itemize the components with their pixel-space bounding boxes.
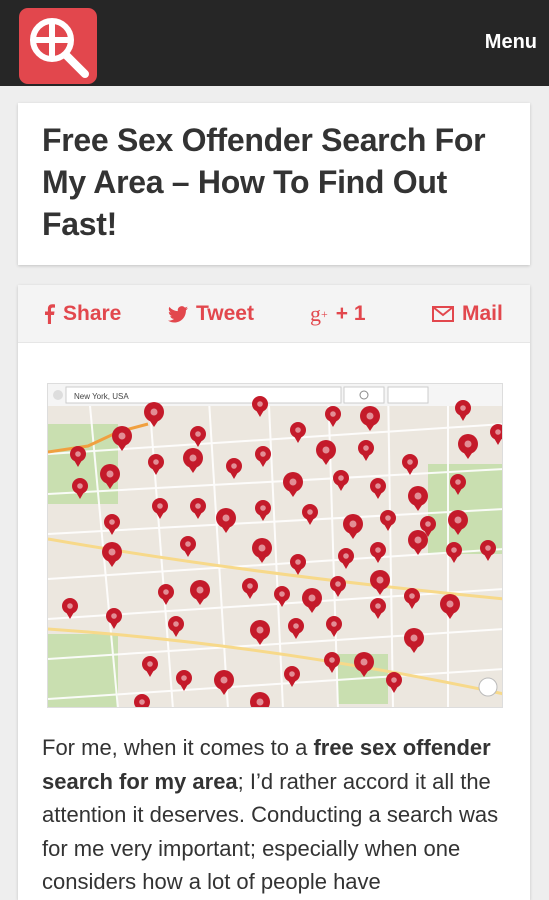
site-logo[interactable] — [19, 8, 97, 84]
google-plus-icon: g + — [310, 301, 328, 326]
facebook-share-button[interactable]: Share — [44, 301, 121, 327]
twitter-share-label: Tweet — [196, 302, 254, 325]
facebook-icon — [44, 304, 55, 324]
top-navigation-bar: Menu — [0, 0, 549, 86]
twitter-share-button[interactable]: Tweet — [168, 301, 254, 327]
offender-map-image: New York, USA — [47, 383, 503, 708]
map-search-field: New York, USA — [74, 392, 129, 401]
twitter-icon — [168, 305, 188, 323]
share-bar: Share Tweet g + + 1 Mail — [18, 285, 530, 343]
article-card: Share Tweet g + + 1 Mail New York, USA F… — [18, 285, 530, 900]
article-paragraph: For me, when it comes to a free sex offe… — [42, 731, 512, 899]
magnifier-icon — [30, 18, 89, 78]
google-plus-share-button[interactable]: g + + 1 — [310, 301, 366, 327]
mail-share-button[interactable]: Mail — [432, 301, 503, 327]
mail-share-label: Mail — [462, 302, 503, 325]
facebook-share-label: Share — [63, 302, 122, 325]
title-card: Free Sex Offender Search For My Area – H… — [18, 103, 530, 265]
paragraph-intro: For me, when it comes to a — [42, 735, 314, 760]
menu-button[interactable]: Menu — [485, 31, 537, 54]
google-plus-share-label: + 1 — [335, 302, 366, 325]
article-title: Free Sex Offender Search For My Area – H… — [42, 122, 486, 242]
mail-icon — [432, 306, 454, 322]
